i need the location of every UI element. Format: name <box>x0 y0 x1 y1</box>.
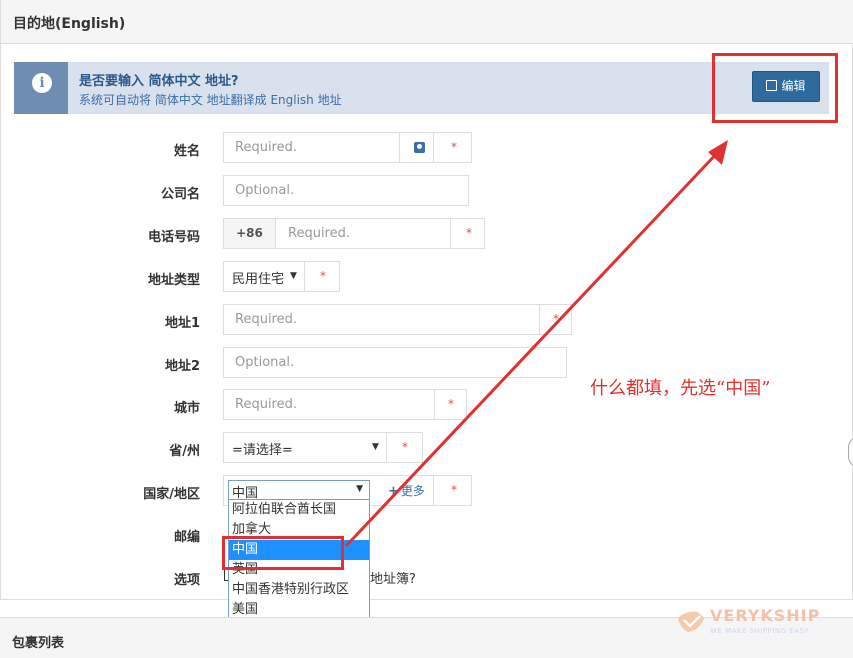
options-label: 选项 <box>173 573 200 588</box>
annotation-text: 什么都填，先选“中国” <box>590 378 771 399</box>
chevron-down-icon: ▼ <box>356 484 363 494</box>
address1-label: 地址1 <box>164 316 200 331</box>
required-mark: * <box>466 226 472 240</box>
address2-input[interactable]: Optional. <box>223 347 567 378</box>
company-label: 公司名 <box>160 187 200 202</box>
divider <box>539 305 540 334</box>
divider <box>304 262 305 291</box>
alert-subtitle: 系统可自动将 简体中文 地址翻译成 English 地址 <box>79 93 342 107</box>
required-mark: * <box>553 312 559 326</box>
country-label: 国家/地区 <box>143 487 200 502</box>
divider <box>450 219 451 248</box>
save-address-text: 地址簿? <box>370 572 416 587</box>
chinese-address-alert: i 是否要输入 简体中文 地址? 系统可自动将 简体中文 地址翻译成 Engli… <box>14 62 829 114</box>
phone-placeholder: Required. <box>288 226 350 241</box>
phone-input[interactable]: +86 Required. * <box>223 218 485 249</box>
alert-title: 是否要输入 简体中文 地址? <box>79 74 239 89</box>
more-label: 更多 <box>400 484 425 498</box>
phone-label: 电话号码 <box>147 230 200 245</box>
brand-tagline: WE MAKE SHIPPING EASY <box>710 627 810 635</box>
province-value: =请选择= <box>232 443 293 458</box>
province-select[interactable]: =请选择= ▼ * <box>223 432 423 463</box>
country-select[interactable]: 中国 ▼ <box>228 480 370 501</box>
required-mark: * <box>451 140 457 154</box>
chevron-down-icon: ▼ <box>372 442 379 452</box>
contact-book-button[interactable] <box>399 133 433 162</box>
chevron-down-icon: ▼ <box>290 271 297 281</box>
city-label: 城市 <box>173 401 200 416</box>
address2-label: 地址2 <box>164 359 200 374</box>
address1-placeholder: Required. <box>235 312 297 327</box>
divider <box>434 390 435 419</box>
name-placeholder: Required. <box>235 140 297 155</box>
contact-book-icon <box>414 142 425 153</box>
required-mark: * <box>451 483 457 497</box>
province-label: 省/州 <box>169 444 200 459</box>
company-input[interactable]: Optional. <box>223 175 469 206</box>
divider <box>386 433 387 462</box>
required-mark: * <box>320 269 326 283</box>
divider <box>433 133 434 162</box>
name-input[interactable]: Required. * <box>223 132 472 163</box>
panel-heading: 目的地(English) <box>1 0 853 44</box>
china-highlight-box <box>222 536 344 570</box>
address-type-value: 民用住宅 <box>232 272 285 287</box>
address-type-select[interactable]: 民用住宅 ▼ * <box>223 261 340 292</box>
company-placeholder: Optional. <box>235 183 295 198</box>
city-input[interactable]: Required. * <box>223 389 467 420</box>
address-type-label: 地址类型 <box>147 273 200 288</box>
edit-highlight-box <box>712 53 838 123</box>
divider <box>433 476 434 505</box>
info-icon: i <box>32 73 52 93</box>
name-label: 姓名 <box>173 144 200 159</box>
alert-icon-box: i <box>14 62 68 114</box>
country-option[interactable]: 中国香港特别行政区 <box>229 580 369 600</box>
brand-watermark: VERYKSHIP WE MAKE SHIPPING EASY <box>676 606 846 642</box>
packages-title: 包裹列表 <box>12 636 65 651</box>
address2-placeholder: Optional. <box>235 355 295 370</box>
required-mark: * <box>448 397 454 411</box>
required-mark: * <box>402 440 408 454</box>
panel-title: 目的地(English) <box>13 16 126 32</box>
brand-logo-icon <box>678 611 704 632</box>
city-placeholder: Required. <box>235 397 297 412</box>
brand-name: VERYKSHIP <box>710 606 821 625</box>
address1-input[interactable]: Required. * <box>223 304 572 335</box>
plus-icon: + <box>388 484 399 499</box>
more-countries-link[interactable]: + 更多 <box>388 482 425 499</box>
phone-prefix: +86 <box>224 219 276 248</box>
side-scroll-tab[interactable] <box>848 437 853 467</box>
country-option[interactable]: 阿拉伯联合酋长国 <box>229 500 369 520</box>
postcode-label: 邮编 <box>173 530 200 545</box>
